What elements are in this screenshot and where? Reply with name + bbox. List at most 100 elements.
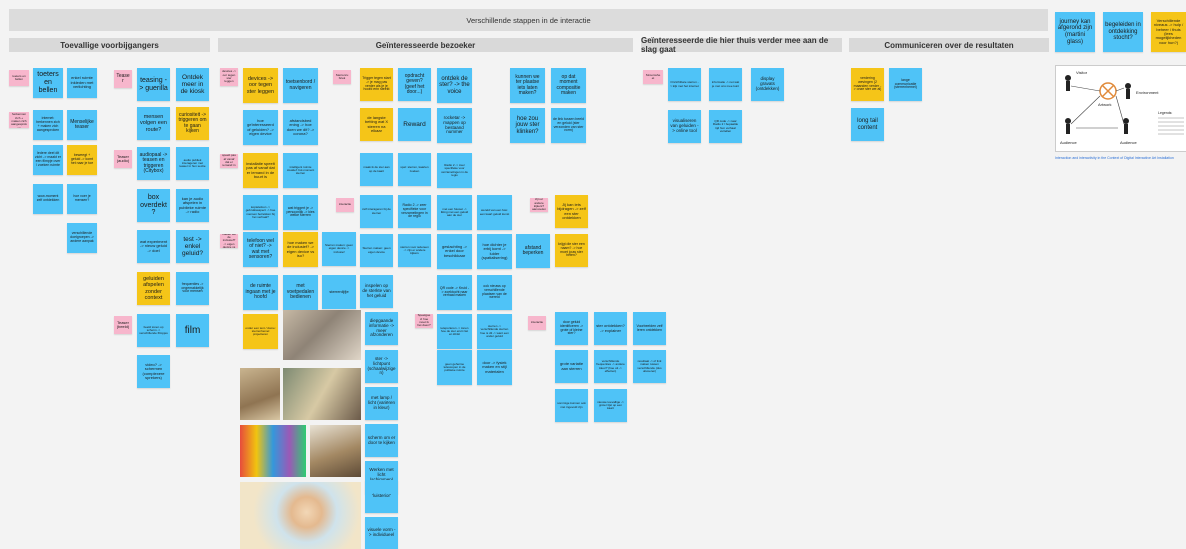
sticky-note[interactable]: Voorbeelden zelf leren ontdekken (633, 312, 666, 345)
sticky-note[interactable]: geluiden afspelen zonder context (137, 272, 170, 305)
sticky-note[interactable]: diepgaande informatie -> meer afzonderen (365, 312, 398, 345)
sticky-note[interactable]: toeters en bellen (9, 70, 29, 86)
sticky-note[interactable]: hoe geïnteresseerd of geluiden? -> eigen… (243, 110, 278, 145)
sticky-note[interactable]: wat triggert je -> persoonlijk -> kies w… (283, 195, 318, 230)
sticky-note[interactable]: afstandsbed ening -> hoe doen we dit? ->… (283, 110, 318, 145)
sticky-note[interactable]: video? -> schermen (complexere sprekers) (137, 355, 170, 388)
sticky-note[interactable]: hoe zou jouw ster klinken? (510, 108, 545, 143)
sticky-note[interactable]: visuele vorm -> individueel (365, 517, 398, 549)
sticky-note[interactable]: door -> fysiek maken en stijl materialen (477, 350, 512, 385)
sticky-note[interactable]: zelf interageren bij de sterren (360, 195, 393, 228)
sticky-note[interactable]: met voetpedalen bedienen (283, 275, 318, 310)
sticky-note[interactable]: internet: herkennen zich + maken zich aa… (33, 110, 63, 140)
sticky-note[interactable]: nieuwe toevallige -> groter lijst op een… (594, 389, 627, 422)
sticky-note[interactable]: Onzichtbare sterren -> kijk met het inte… (668, 68, 701, 101)
sticky-note[interactable]: devices -> oor tegen ster leggen (220, 68, 238, 86)
sticky-note[interactable]: resultaat -> of link maken tussen versch… (633, 350, 666, 383)
sticky-note[interactable]: Sterrenrubriek (333, 70, 351, 84)
sticky-note[interactable]: Verschillende niveaus -> hulp / beheer /… (1151, 12, 1186, 52)
sticky-note[interactable]: Jij kan iets bijdragen -> zelf een ster … (555, 195, 588, 228)
sticky-note[interactable]: journey kan afgerond zijn (martini glass… (1055, 12, 1095, 52)
sticky-note[interactable]: de ruimte ingaan met je hoofd (243, 275, 278, 310)
sticky-note[interactable]: wat experiment -> nieuw geluid -> doel (137, 230, 170, 263)
sticky-note[interactable]: Stroomsheet (643, 70, 663, 84)
sticky-note[interactable]: verschillende frequenties -> andere kleu… (594, 350, 627, 383)
sticky-note[interactable]: koptelefoon -> gebruiksaspect -> hoe men… (243, 195, 278, 230)
sticky-note[interactable]: Menselijke teaser (67, 110, 97, 140)
sticky-note[interactable]: visualiseren van geluiden -> online tool (668, 110, 701, 143)
sticky-note[interactable]: verdering wevingen (2 maanden verder -> … (851, 68, 884, 101)
sticky-note[interactable]: hoe maken we de inclusief? -> eigen devi… (283, 232, 318, 267)
sticky-note[interactable]: begeleiden in ontdekking stocht? (1103, 12, 1143, 52)
sticky-note[interactable]: door geluid identificeren -> grote of kl… (555, 312, 588, 345)
sticky-note[interactable]: long tail content (851, 108, 884, 141)
sticky-note[interactable]: zijn er andere kijkers? aanvoelen (530, 198, 548, 212)
sticky-note[interactable]: beeld tonen op scherm -> verschillende f… (137, 314, 170, 347)
sticky-note[interactable]: beweegt + geluid -> komt het naar je toe (67, 145, 97, 175)
sticky-note[interactable]: spel: sterren, kaarten zoeken (398, 153, 431, 186)
sticky-note[interactable]: op dat moment compositie maken (551, 68, 586, 103)
sticky-note[interactable]: mensen volgen een route? (137, 107, 170, 140)
sticky-note[interactable]: toeters en bellen (33, 68, 63, 98)
sticky-note[interactable]: krijgt die ster een naam? -> hoe moet jo… (555, 234, 588, 267)
sticky-note[interactable]: Iedere deel dit zicht -> maakt er een fi… (33, 145, 63, 175)
sticky-note[interactable]: kunnen we ter plaatse iets laten maken? (510, 68, 545, 103)
sticky-note[interactable]: film (176, 314, 209, 347)
sticky-note[interactable]: Sterren maken: geen eigen device (360, 234, 393, 267)
sticky-note[interactable]: afstand beperken (516, 234, 550, 268)
sticky-note[interactable]: ster -> lichtpunt (schaalwijzigen) (365, 350, 398, 383)
sticky-note[interactable]: sterren voor iedereen -> zijn er andere … (398, 234, 431, 267)
sticky-note[interactable]: teleporteren -> tonen hoe de ster eruit … (437, 314, 472, 349)
sticky-note[interactable]: geslachting -> enkel door beschikkaar (437, 234, 472, 269)
sticky-note[interactable]: internet: herkennen zich + maken zich aa… (9, 112, 29, 128)
sticky-note[interactable]: Teaser (beeld) (114, 316, 132, 334)
sticky-note[interactable]: Trigger tegen start -> je mag pas verder… (360, 68, 393, 101)
sticky-note[interactable]: teasing -> guerilla (137, 68, 170, 101)
sticky-note[interactable]: Teaser (audio) (114, 150, 132, 168)
sticky-note[interactable]: audio publiek interageren met teaser in … (176, 147, 209, 180)
sticky-note[interactable]: informatie -> net wat je met ons mee kun… (709, 68, 742, 101)
sticky-note[interactable]: sterren -> verschillende sterren hoe is … (477, 314, 512, 349)
sticky-note[interactable]: de link tussen beeld en geluid (ster ver… (551, 108, 586, 143)
sticky-note[interactable]: hoe dichter je erbij komt -> luider (spa… (477, 234, 512, 269)
sticky-note[interactable]: ook nieuws op verschillende plaatsen van… (477, 275, 512, 310)
sticky-note[interactable]: Speelgoed: hoe moet ik het doen? (415, 314, 433, 328)
sticky-note[interactable]: interactie (336, 198, 354, 212)
sticky-note[interactable]: enkel ruimte inkleden met verlichting (67, 68, 97, 98)
sticky-note[interactable]: Reward (398, 108, 431, 141)
sticky-note[interactable]: interactie (528, 316, 546, 330)
sticky-note[interactable]: audiopaal -> teasen en triggeren (Citybo… (137, 147, 170, 180)
sticky-note[interactable]: met lamp / licht (variëren in kleur) (365, 387, 398, 420)
sticky-note[interactable]: intelligent ruimte creatief: bol-moment … (283, 153, 318, 188)
sticky-note[interactable]: met een fotoset -> liking met een geluid… (437, 195, 472, 230)
sticky-note[interactable]: geen geheime telescopen in de publieke r… (437, 350, 472, 385)
sticky-note[interactable]: wow-moment zelf ontdekken (33, 184, 63, 214)
sticky-note[interactable]: display gravats (ontdekken) (751, 68, 784, 101)
sticky-note[interactable]: QR code -> Kruid -> zoektocht naar verha… (437, 275, 472, 310)
sticky-note[interactable]: ontdek de ster? -> the voice (437, 68, 472, 103)
sticky-note[interactable]: hoe voer je mensen? (67, 184, 97, 214)
sticky-note[interactable]: opdracht geven? (geef het door...) (398, 68, 431, 101)
sticky-note[interactable]: 'luisterior' (365, 480, 398, 513)
sticky-note[interactable]: frequenties -> ongemakkelijk voor mensen (176, 272, 209, 305)
sticky-note[interactable]: rocketar -> mappen op bestaand nummer (437, 108, 472, 143)
sticky-note[interactable]: Teaser (114, 70, 132, 88)
sticky-note[interactable]: inspelen op de sterkte van het geluid (360, 275, 393, 308)
sticky-note[interactable]: installatie speelt pas af vanaf dat er i… (243, 153, 278, 188)
sticky-note[interactable]: toetsenbord / navigeren (283, 68, 318, 103)
sticky-note[interactable]: kan je audio afspelen in publieke ruimte… (176, 189, 209, 222)
sticky-note[interactable]: verschillende doelgroepen -> andere aanp… (67, 223, 97, 253)
sticky-note[interactable]: ster ontdekken? -> explainer (594, 312, 627, 345)
sticky-note[interactable]: telefoon wel of niet? -> wat met sensore… (243, 232, 278, 267)
sticky-note[interactable]: sterrenlijfje (322, 275, 356, 309)
sticky-note[interactable]: sommige kunnen ook niet ingevuld zijn (555, 389, 588, 422)
sticky-note[interactable]: Radio 2 -> zeer specifieke voor verzamel… (398, 195, 431, 228)
sticky-note[interactable]: scherm om er door te kijken (365, 424, 398, 457)
sticky-note[interactable]: Sterren maken: geen eigen device -> incl… (322, 232, 356, 266)
sticky-note[interactable]: Radio 2 -> zeer specifieke voor verzamel… (437, 153, 472, 188)
sticky-note[interactable]: curiositeit -> triggeren om te gaan kijk… (176, 107, 209, 140)
sticky-note[interactable]: installatie speelt pas af vanaf dat er i… (220, 154, 238, 168)
sticky-note[interactable]: lange communicatie (sterrenhemel) (889, 68, 922, 101)
sticky-note[interactable]: wereld van een foto: een kaart geluid ku… (477, 195, 512, 230)
diagram-caption[interactable]: Interaction and interactivity in the Con… (1055, 156, 1186, 160)
